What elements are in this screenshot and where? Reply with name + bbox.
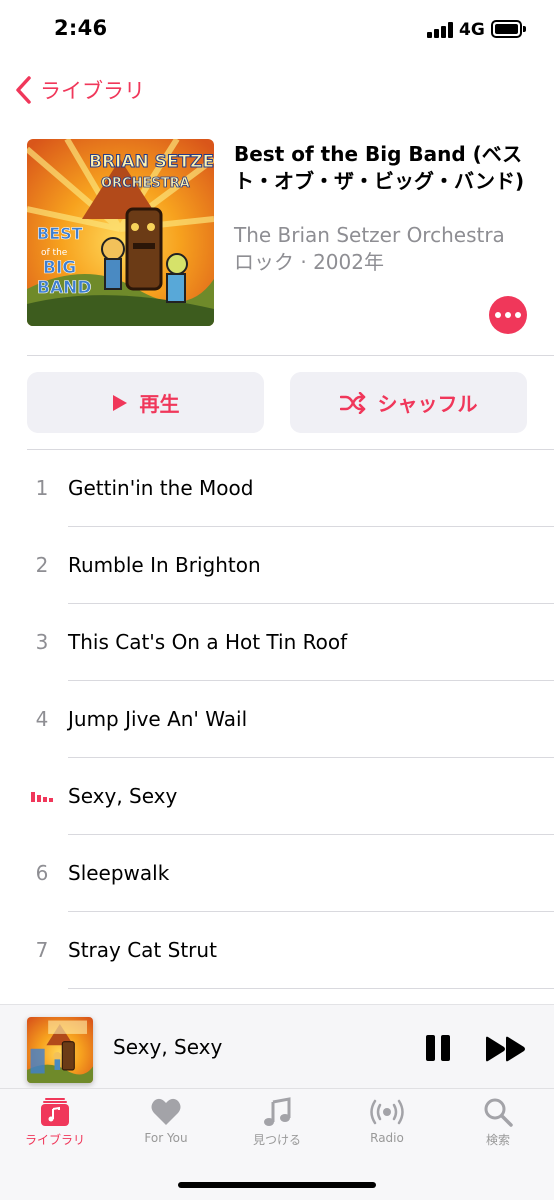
- track-number: 2: [35, 553, 49, 577]
- now-playing-title: Sexy, Sexy: [113, 1035, 223, 1059]
- track-number: 1: [35, 476, 49, 500]
- track-row-now-playing[interactable]: Sexy, Sexy: [0, 758, 554, 835]
- battery-icon: [491, 20, 526, 38]
- track-title: Gettin'in the Mood: [68, 476, 254, 500]
- svg-text:BEST: BEST: [37, 224, 83, 243]
- tab-label: 検索: [485, 1133, 510, 1147]
- shuffle-icon: [339, 391, 365, 414]
- track-number: 3: [35, 630, 49, 654]
- svg-text:BAND: BAND: [37, 278, 91, 298]
- track-title: This Cat's On a Hot Tin Roof: [68, 630, 348, 654]
- svg-text:BRIAN SETZER: BRIAN SETZER: [89, 152, 214, 172]
- shuffle-button[interactable]: シャッフル: [290, 372, 527, 433]
- album-artist[interactable]: The Brian Setzer Orchestra: [234, 222, 505, 249]
- tab-library[interactable]: ライブラリ: [5, 1097, 105, 1161]
- chevron-left-icon: [16, 76, 31, 104]
- tab-label: 見つける: [252, 1133, 301, 1147]
- track-number: 7: [35, 938, 49, 962]
- status-bar: 2:46 4G: [0, 0, 554, 60]
- shuffle-label: シャッフル: [377, 392, 478, 416]
- now-playing-icon: [31, 792, 55, 802]
- svg-text:of the: of the: [41, 248, 68, 258]
- play-icon: [112, 394, 127, 411]
- next-track-button[interactable]: [484, 1035, 528, 1063]
- track-number: 4: [35, 707, 49, 731]
- track-row[interactable]: 4 Jump Jive An' Wail: [0, 681, 554, 758]
- play-label: 再生: [139, 392, 180, 416]
- album-title: Best of the Big Band (ベスト・オブ・ザ・ビッグ・バンド): [234, 142, 525, 193]
- play-button[interactable]: 再生: [27, 372, 264, 433]
- back-label: ライブラリ: [40, 79, 145, 103]
- status-time: 2:46: [54, 16, 108, 40]
- track-row[interactable]: 6 Sleepwalk: [0, 835, 554, 912]
- track-row[interactable]: 1 Gettin'in the Mood: [0, 450, 554, 527]
- library-icon: [41, 1098, 69, 1126]
- more-options-button[interactable]: [489, 296, 527, 334]
- tab-browse[interactable]: 見つける: [227, 1097, 327, 1161]
- fast-forward-icon: [486, 1036, 525, 1062]
- mini-player[interactable]: Sexy, Sexy: [0, 1004, 554, 1088]
- network-type: 4G: [459, 20, 485, 40]
- track-row[interactable]: 3 This Cat's On a Hot Tin Roof: [0, 604, 554, 681]
- track-number: 6: [35, 861, 49, 885]
- mini-player-artwork[interactable]: [27, 1017, 93, 1083]
- search-icon: [484, 1098, 513, 1127]
- back-button[interactable]: ライブラリ: [14, 70, 145, 110]
- radio-icon: [370, 1099, 404, 1125]
- svg-text:ORCHESTRA: ORCHESTRA: [101, 176, 190, 191]
- album-artwork[interactable]: BRIAN SETZER ORCHESTRA BEST of the BIG B…: [27, 139, 214, 326]
- tab-for-you[interactable]: For You: [116, 1097, 216, 1161]
- track-list: 1 Gettin'in the Mood 2 Rumble In Brighto…: [0, 450, 554, 989]
- track-row[interactable]: 7 Stray Cat Strut: [0, 912, 554, 989]
- track-row[interactable]: 2 Rumble In Brighton: [0, 527, 554, 604]
- track-title: Rumble In Brighton: [68, 553, 261, 577]
- tab-radio[interactable]: Radio: [337, 1097, 437, 1161]
- home-indicator[interactable]: [178, 1182, 376, 1188]
- ellipsis-icon: [495, 312, 501, 318]
- track-title: Sleepwalk: [68, 861, 170, 885]
- pause-button[interactable]: [424, 1033, 454, 1065]
- track-title: Stray Cat Strut: [68, 938, 217, 962]
- heart-icon: [151, 1098, 181, 1125]
- tab-label: Radio: [370, 1131, 404, 1145]
- divider: [27, 355, 554, 356]
- tab-search[interactable]: 検索: [448, 1097, 548, 1161]
- tab-label: For You: [144, 1131, 188, 1145]
- album-genre-year: ロック · 2002年: [234, 250, 384, 274]
- track-title: Jump Jive An' Wail: [68, 707, 248, 731]
- track-title: Sexy, Sexy: [68, 784, 178, 808]
- signal-strength-icon: [427, 22, 453, 38]
- tab-label: ライブラリ: [24, 1133, 85, 1147]
- svg-text:BIG: BIG: [43, 258, 76, 278]
- music-note-icon: [264, 1097, 291, 1126]
